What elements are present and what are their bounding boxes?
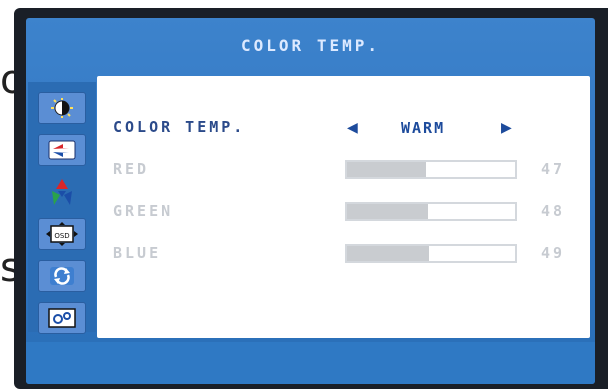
green-slider-fill	[347, 204, 428, 219]
red-slider-fill	[347, 162, 426, 177]
green-value: 48	[541, 202, 566, 220]
sidebar-item-osd-setup[interactable]: OSD	[38, 218, 86, 250]
osd-window: COLOR TEMP. OSD COLOR TEMP. ◀ WARM ▶ RED…	[26, 18, 595, 384]
reset-icon	[48, 265, 76, 287]
osd-footer	[26, 342, 595, 384]
osd-setup-icon: OSD	[45, 222, 79, 246]
blue-value: 49	[541, 244, 566, 262]
red-label: RED	[113, 160, 150, 178]
image-setup-icon	[47, 139, 77, 161]
left-arrow-icon[interactable]: ◀	[347, 120, 358, 136]
color-temp-icon	[46, 177, 78, 207]
osd-sidebar: OSD	[28, 82, 96, 334]
content-panel: COLOR TEMP. ◀ WARM ▶ RED 47 GREEN 48 BLU…	[97, 76, 590, 338]
red-slider[interactable]	[345, 160, 517, 179]
green-slider[interactable]	[345, 202, 517, 221]
extra-settings-icon	[47, 307, 77, 329]
red-value: 47	[541, 160, 566, 178]
sidebar-item-extra[interactable]	[38, 302, 86, 334]
sidebar-item-brightness[interactable]	[38, 92, 86, 124]
sidebar-item-image-setup[interactable]	[38, 134, 86, 166]
blue-label: BLUE	[113, 244, 162, 262]
osd-title: COLOR TEMP.	[241, 36, 380, 55]
blue-slider[interactable]	[345, 244, 517, 263]
color-temp-label: COLOR TEMP.	[113, 118, 246, 136]
blue-slider-fill	[347, 246, 430, 261]
sidebar-item-color-temp[interactable]	[38, 176, 86, 208]
sidebar-item-reset[interactable]	[38, 260, 86, 292]
color-temp-value[interactable]: WARM	[401, 119, 445, 137]
right-arrow-icon[interactable]: ▶	[501, 120, 512, 136]
svg-text:OSD: OSD	[54, 232, 69, 240]
green-label: GREEN	[113, 202, 174, 220]
brightness-contrast-icon	[47, 97, 77, 119]
